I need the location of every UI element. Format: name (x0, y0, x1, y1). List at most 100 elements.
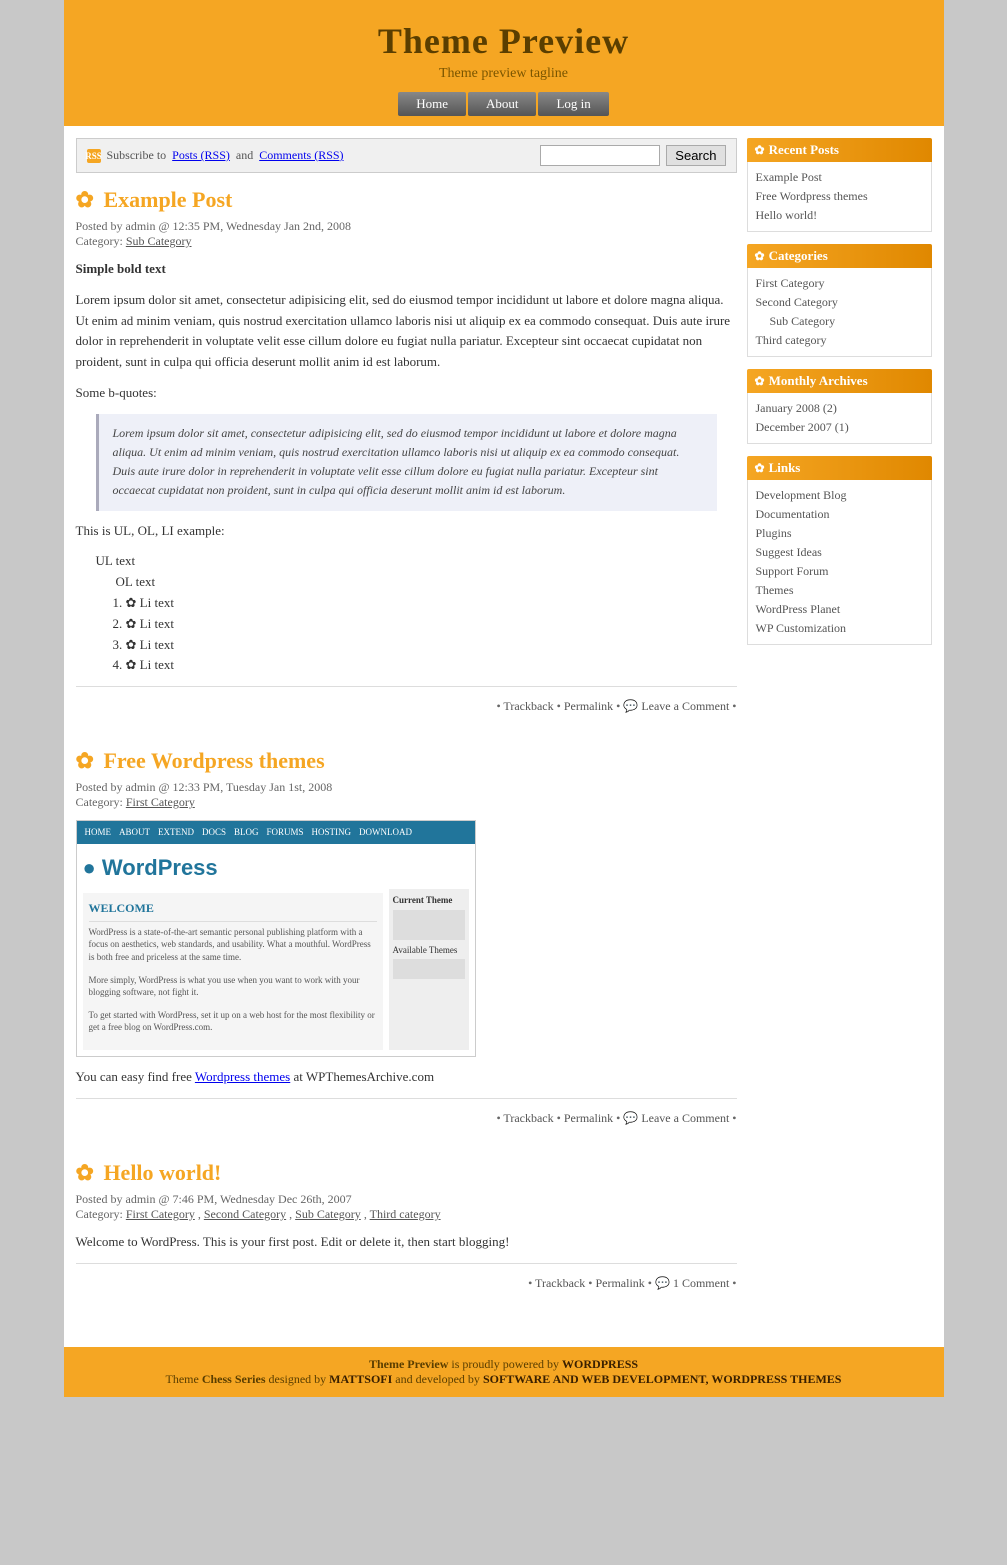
search-input[interactable] (540, 145, 660, 166)
recent-posts-widget: ✿ Recent Posts Example Post Free Wordpre… (747, 138, 932, 232)
link-docs[interactable]: Documentation (756, 505, 923, 524)
wp-sidebar-mockup: Current Theme Available Themes (389, 889, 469, 1050)
post-content: Simple bold text Lorem ipsum dolor sit a… (76, 259, 737, 676)
permalink-link[interactable]: Permalink (564, 699, 613, 713)
comment-icon: 💬 (623, 699, 638, 713)
comment-link[interactable]: 1 Comment (673, 1276, 729, 1290)
post-hello-world: ✿ Hello world! Posted by admin @ 7:46 PM… (76, 1160, 737, 1295)
main-nav: Home About Log in (64, 92, 944, 116)
categories-content: First Category Second Category Sub Categ… (747, 268, 932, 357)
search-button[interactable]: Search (666, 145, 725, 166)
post-title-link[interactable]: Free Wordpress themes (103, 748, 324, 773)
wp-welcome-text3: To get started with WordPress, set it up… (89, 1009, 377, 1034)
post-cat-link-3[interactable]: Sub Category (295, 1207, 361, 1221)
comment-link[interactable]: Leave a Comment (641, 699, 729, 713)
post-meta: Posted by admin @ 7:46 PM, Wednesday Dec… (76, 1192, 737, 1222)
wp-nav-docs: DOCS (202, 825, 226, 839)
posts-rss-link[interactable]: Posts (RSS) (172, 148, 230, 163)
link-wp-planet[interactable]: WordPress Planet (756, 600, 923, 619)
post-icon: ✿ (76, 187, 94, 213)
post-title: ✿ Free Wordpress themes (76, 748, 737, 774)
wp-theme-preview (393, 910, 465, 940)
link-support-forum[interactable]: Support Forum (756, 562, 923, 581)
comment-icon: 💬 (623, 1111, 638, 1125)
sidebar: ✿ Recent Posts Example Post Free Wordpre… (747, 138, 932, 1325)
link-suggest-ideas[interactable]: Suggest Ideas (756, 543, 923, 562)
comment-icon: 💬 (655, 1276, 670, 1290)
link-dev-blog[interactable]: Development Blog (756, 486, 923, 505)
post-cat-link-1[interactable]: First Category (126, 1207, 195, 1221)
footer-line-2: Theme Chess Series designed by MATTSOFI … (74, 1372, 934, 1387)
subscribe-text: Subscribe to (107, 148, 167, 163)
wp-themes-link[interactable]: Wordpress themes (195, 1069, 290, 1084)
recent-post-link-1[interactable]: Example Post (756, 168, 923, 187)
post-divider (76, 1263, 737, 1264)
cat-link-third[interactable]: Third category (756, 331, 923, 350)
links-content: Development Blog Documentation Plugins S… (747, 480, 932, 645)
site-footer: Theme Preview is proudly powered by WORD… (64, 1347, 944, 1397)
li-item-2: ✿ Li text (126, 614, 737, 635)
wp-available-themes: Available Themes (393, 943, 465, 957)
post-title-link[interactable]: Hello world! (103, 1160, 221, 1185)
footer-swbd-link[interactable]: SOFTWARE AND WEB DEVELOPMENT, WORDPRESS … (483, 1372, 842, 1386)
wp-nav-extend: EXTEND (158, 825, 194, 839)
post-meta: Posted by admin @ 12:35 PM, Wednesday Ja… (76, 219, 737, 249)
li-item-4: ✿ Li text (126, 655, 737, 676)
trackback-link[interactable]: Trackback (503, 699, 553, 713)
footer-wp-link[interactable]: WORDPRESS (562, 1357, 638, 1371)
permalink-link[interactable]: Permalink (564, 1111, 613, 1125)
comment-link[interactable]: Leave a Comment (641, 1111, 729, 1125)
post-category-link[interactable]: Sub Category (126, 234, 192, 248)
post-footer: • Trackback • Permalink • 💬 1 Comment • (76, 1272, 737, 1295)
comments-rss-link[interactable]: Comments (RSS) (259, 148, 343, 163)
footer-chess: Chess Series (202, 1372, 266, 1386)
permalink-link[interactable]: Permalink (595, 1276, 644, 1290)
trackback-link[interactable]: Trackback (535, 1276, 585, 1290)
and-text: and (236, 148, 253, 163)
nav-about[interactable]: About (468, 92, 537, 116)
post-title-link[interactable]: Example Post (103, 187, 232, 212)
link-themes[interactable]: Themes (756, 581, 923, 600)
post-category-link[interactable]: First Category (126, 795, 195, 809)
wp-nav-about: ABOUT (119, 825, 150, 839)
main-content: RSS Subscribe to Posts (RSS) and Comment… (76, 138, 737, 1325)
footer-line-1: Theme Preview is proudly powered by WORD… (74, 1357, 934, 1372)
archives-content: January 2008 (2) December 2007 (1) (747, 393, 932, 444)
archive-link-jan[interactable]: January 2008 (2) (756, 399, 923, 418)
wp-welcome-box: WELCOME WordPress is a state-of-the-art … (83, 893, 383, 1050)
post-cat-link-4[interactable]: Third category (370, 1207, 441, 1221)
post-divider (76, 686, 737, 687)
cat-link-sub[interactable]: Sub Category (756, 312, 923, 331)
footer-mattsofi-link[interactable]: MATTSOFI (329, 1372, 392, 1386)
post-free-themes: ✿ Free Wordpress themes Posted by admin … (76, 748, 737, 1130)
search-bar: RSS Subscribe to Posts (RSS) and Comment… (76, 138, 737, 173)
link-wp-customization[interactable]: WP Customization (756, 619, 923, 638)
nav-login[interactable]: Log in (538, 92, 608, 116)
bquote-label: Some b-quotes: (76, 383, 737, 404)
footer-theme-name: Theme Preview (369, 1357, 448, 1371)
ul-item: UL text OL text ✿ Li text ✿ Li text ✿ Li… (96, 551, 737, 676)
archive-link-dec[interactable]: December 2007 (1) (756, 418, 923, 437)
wordpress-screenshot: HOME ABOUT EXTEND DOCS BLOG FORUMS HOSTI… (76, 820, 476, 1057)
site-tagline: Theme preview tagline (64, 66, 944, 82)
nav-home[interactable]: Home (398, 92, 466, 116)
wp-nav-home: HOME (85, 825, 112, 839)
post-cat-link-2[interactable]: Second Category (204, 1207, 286, 1221)
ul-label: This is UL, OL, LI example: (76, 521, 737, 542)
cat-link-second[interactable]: Second Category (756, 293, 923, 312)
cat-link-first[interactable]: First Category (756, 274, 923, 293)
widget-icon: ✿ (755, 374, 765, 389)
bold-text: Simple bold text (76, 261, 166, 276)
ol-item: OL text ✿ Li text ✿ Li text ✿ Li text ✿ … (116, 572, 737, 676)
widget-icon: ✿ (755, 143, 765, 158)
recent-post-link-3[interactable]: Hello world! (756, 206, 923, 225)
post-content: Welcome to WordPress. This is your first… (76, 1232, 737, 1253)
link-plugins[interactable]: Plugins (756, 524, 923, 543)
recent-post-link-2[interactable]: Free Wordpress themes (756, 187, 923, 206)
wp-available-theme-box (393, 959, 465, 979)
post-meta: Posted by admin @ 12:33 PM, Tuesday Jan … (76, 780, 737, 810)
links-title: ✿ Links (747, 456, 932, 480)
post-footer: • Trackback • Permalink • 💬 Leave a Comm… (76, 1107, 737, 1130)
trackback-link[interactable]: Trackback (503, 1111, 553, 1125)
li-icon: ✿ (126, 657, 137, 672)
